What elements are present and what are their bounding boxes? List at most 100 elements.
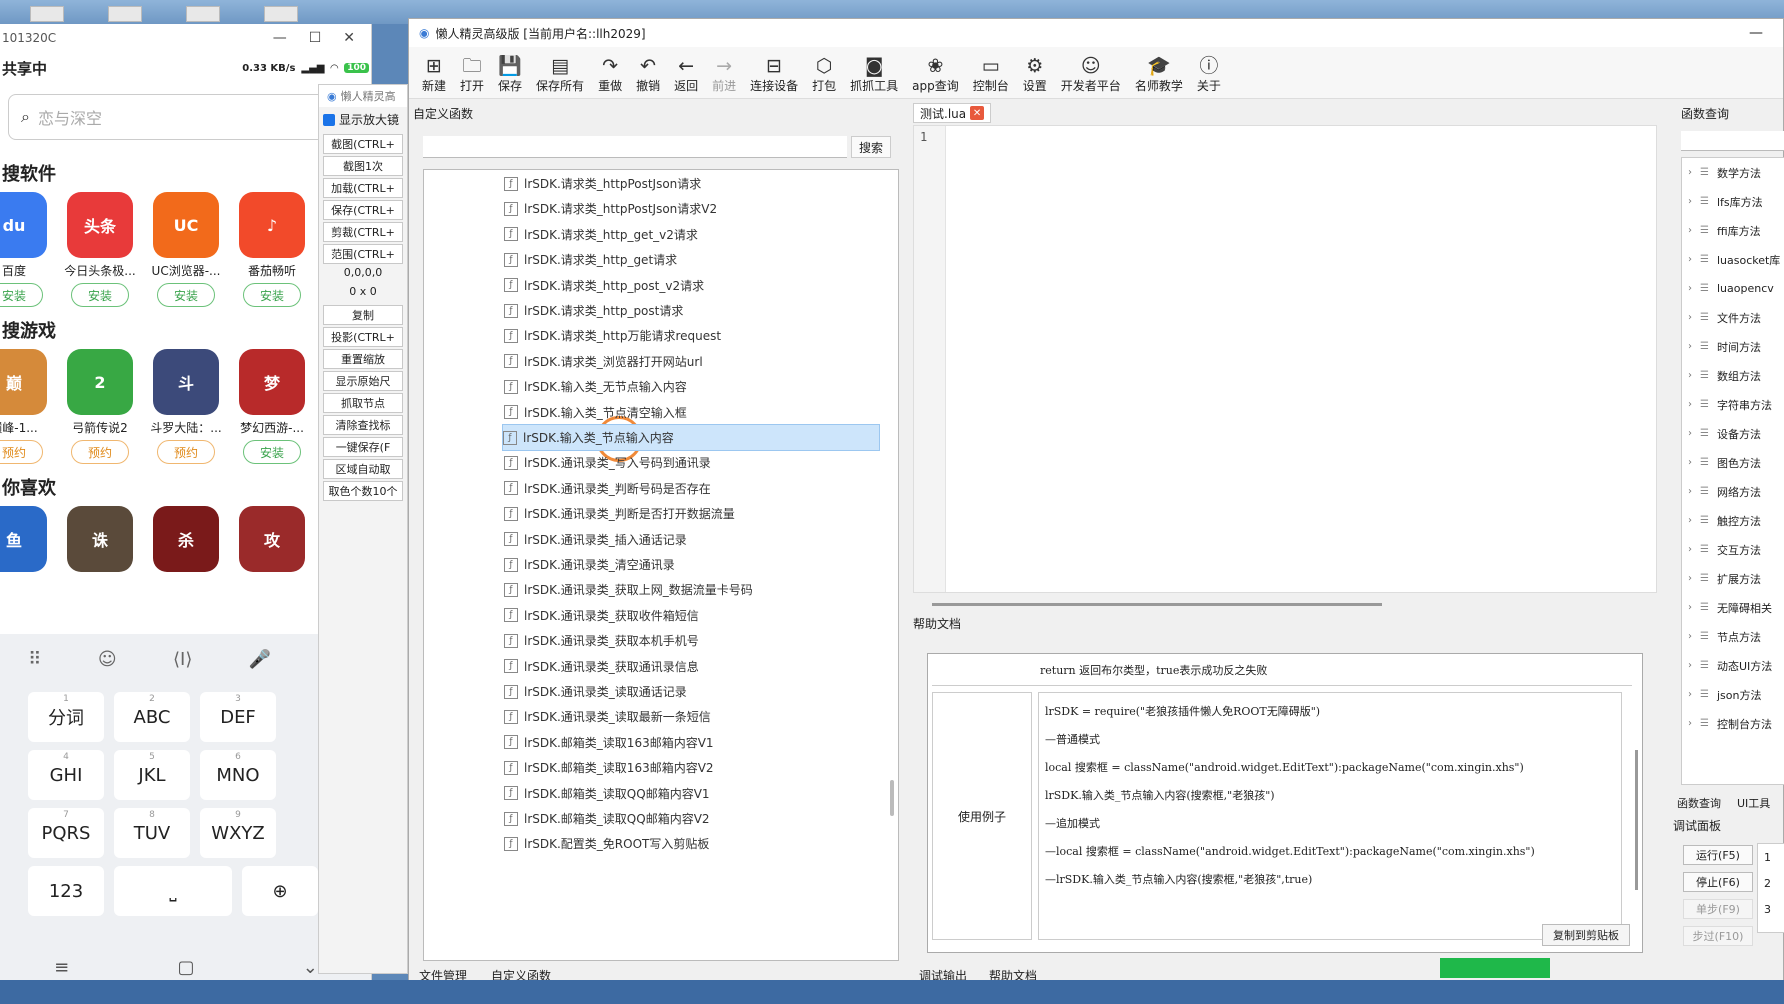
category-item[interactable]: › ☰ 交互方法 — [1682, 535, 1784, 564]
function-list-item[interactable]: ƒ lrSDK.请求类_http_get_v2请求 — [504, 221, 882, 248]
function-list-item[interactable]: ƒ lrSDK.通讯录类_读取最新一条短信 — [504, 703, 882, 730]
magnifier-button[interactable]: 剪裁(CTRL+ — [323, 222, 403, 242]
app-icon[interactable]: 2 — [67, 349, 133, 415]
category-item[interactable]: › ☰ luasocket库 — [1682, 245, 1784, 274]
category-item[interactable]: › ☰ json方法 — [1682, 680, 1784, 709]
microphone-icon[interactable]: 🎤 — [249, 649, 271, 670]
app-icon[interactable]: 诛 — [67, 506, 133, 572]
toolbar-app-query-button[interactable]: ❀ app查询 — [905, 55, 966, 98]
category-item[interactable]: › ☰ 设备方法 — [1682, 419, 1784, 448]
minimize-icon[interactable]: — — [273, 30, 287, 46]
key-pqrs[interactable]: 7 PQRS — [28, 808, 104, 858]
menu-icon[interactable]: ≡ — [54, 957, 69, 978]
function-list-item[interactable]: ƒ lrSDK.配置类_免ROOT写入剪贴板 — [504, 830, 882, 857]
toolbar-forward-arrow-button[interactable]: → 前进 — [705, 55, 743, 98]
toolbar-settings-gear-button[interactable]: ⚙ 设置 — [1016, 55, 1054, 98]
toolbar-folder-open-button[interactable]: 🗀 打开 — [453, 55, 491, 98]
magnifier-button[interactable]: 截图1次 — [323, 156, 403, 176]
category-item[interactable]: › ☰ 时间方法 — [1682, 332, 1784, 361]
toolbar-connect-device-button[interactable]: ⊟ 连接设备 — [743, 55, 805, 98]
toolbar-back-arrow-button[interactable]: ← 返回 — [667, 55, 705, 98]
app-tile[interactable]: UC UC浏览器-... 安装 — [150, 192, 222, 307]
chevron-right-icon[interactable]: › — [1688, 167, 1692, 178]
chevron-right-icon[interactable]: › — [1688, 457, 1692, 468]
function-list-item[interactable]: ƒ lrSDK.通讯录类_获取收件箱短信 — [504, 602, 882, 629]
category-item[interactable]: › ☰ luaopencv — [1682, 274, 1784, 303]
desktop-icon[interactable] — [30, 6, 64, 22]
key-space[interactable]: ⎵ — [114, 866, 232, 916]
editor-hscrollbar[interactable] — [932, 603, 1382, 606]
app-tile[interactable]: ♪ 番茄畅听 安装 — [236, 192, 308, 307]
reserve-button[interactable]: 预约 — [0, 440, 43, 464]
magnifier-button[interactable]: 清除查找标 — [323, 415, 403, 435]
chevron-right-icon[interactable]: › — [1688, 428, 1692, 439]
install-button[interactable]: 安装 — [243, 440, 301, 464]
toolbar-save-button[interactable]: 💾 保存 — [491, 55, 529, 98]
debug-button[interactable]: 单步(F9) — [1683, 899, 1753, 919]
category-item[interactable]: › ☰ 动态UI方法 — [1682, 651, 1784, 680]
magnifier-button[interactable]: 显示原始尺 — [323, 371, 403, 391]
toolbar-teacher-button[interactable]: 🎓 名师教学 — [1128, 55, 1190, 98]
debug-button[interactable]: 步过(F10) — [1683, 926, 1753, 946]
category-item[interactable]: › ☰ 触控方法 — [1682, 506, 1784, 535]
chevron-right-icon[interactable]: › — [1688, 283, 1692, 294]
function-list-item[interactable]: ƒ lrSDK.通讯录类_写入号码到通讯录 — [504, 449, 882, 476]
category-item[interactable]: › ☰ 文件方法 — [1682, 303, 1784, 332]
toolbar-redo-button[interactable]: ↷ 重做 — [591, 55, 629, 98]
function-list-item[interactable]: ƒ lrSDK.请求类_http_get请求 — [504, 246, 882, 273]
install-button[interactable]: 安装 — [0, 283, 43, 307]
magnifier-button[interactable]: 投影(CTRL+ — [323, 327, 403, 347]
key-wxyz[interactable]: 9 WXYZ — [200, 808, 276, 858]
app-tile[interactable]: 鱼 — [0, 506, 50, 572]
function-list-item[interactable]: ƒ lrSDK.通讯录类_读取通话记录 — [504, 678, 882, 705]
key-123[interactable]: 123 — [28, 866, 104, 916]
chevron-right-icon[interactable]: › — [1688, 312, 1692, 323]
magnifier-button[interactable]: 保存(CTRL+ — [323, 200, 403, 220]
magnifier-button[interactable]: 加载(CTRL+ — [323, 178, 403, 198]
toolbar-console-button[interactable]: ▭ 控制台 — [966, 55, 1016, 98]
function-list-item[interactable]: ƒ lrSDK.通讯录类_插入通话记录 — [504, 526, 882, 553]
category-item[interactable]: › ☰ 扩展方法 — [1682, 564, 1784, 593]
function-list-item[interactable]: ƒ lrSDK.通讯录类_判断号码是否存在 — [504, 475, 882, 502]
app-tile[interactable]: 2 弓箭传说2 预约 — [64, 349, 136, 464]
category-item[interactable]: › ☰ lfs库方法 — [1682, 187, 1784, 216]
copy-button[interactable]: 复制 — [323, 305, 403, 325]
desktop-icon[interactable] — [186, 6, 220, 22]
magnifier-button[interactable]: 一键保存(F — [323, 437, 403, 457]
toolbar-info-button[interactable]: ⓘ 关于 — [1190, 55, 1228, 98]
reserve-button[interactable]: 预约 — [157, 440, 215, 464]
magnifier-button[interactable]: 重置缩放 — [323, 349, 403, 369]
debug-button[interactable]: 运行(F5) — [1683, 845, 1753, 865]
code-editor[interactable]: 1 — [913, 125, 1657, 606]
chevron-right-icon[interactable]: › — [1688, 631, 1692, 642]
chevron-right-icon[interactable]: › — [1688, 370, 1692, 381]
app-tile[interactable]: 梦梦幻西游-... 安装 — [236, 349, 308, 464]
app-icon[interactable]: UC — [153, 192, 219, 258]
category-item[interactable]: › ☰ 控制台方法 — [1682, 709, 1784, 738]
key-abc[interactable]: 2 ABC — [114, 692, 190, 742]
desktop-icon[interactable] — [108, 6, 142, 22]
minimize-icon[interactable]: — — [1749, 25, 1783, 41]
chevron-right-icon[interactable]: › — [1688, 225, 1692, 236]
back-icon[interactable]: ⌄ — [303, 957, 318, 978]
key-mno[interactable]: 6 MNO — [200, 750, 276, 800]
chevron-right-icon[interactable]: › — [1688, 718, 1692, 729]
search-button[interactable]: 搜索 — [851, 136, 891, 158]
chevron-right-icon[interactable]: › — [1688, 196, 1692, 207]
function-list-item[interactable]: ƒ lrSDK.邮箱类_读取163邮箱内容V1 — [504, 729, 882, 756]
app-tile[interactable]: 巅巅峰-1... 预约 — [0, 349, 50, 464]
install-button[interactable]: 安装 — [243, 283, 301, 307]
function-list-item[interactable]: ƒ lrSDK.输入类_无节点输入内容 — [504, 373, 882, 400]
key-jkl[interactable]: 5 JKL — [114, 750, 190, 800]
function-list-item[interactable]: ƒ lrSDK.通讯录类_获取通讯录信息 — [504, 653, 882, 680]
chevron-right-icon[interactable]: › — [1688, 602, 1692, 613]
magnifier-button[interactable]: 抓取节点 — [323, 393, 403, 413]
func-query-input[interactable] — [1681, 131, 1784, 151]
category-item[interactable]: › ☰ 字符串方法 — [1682, 390, 1784, 419]
install-button[interactable]: 安装 — [71, 283, 129, 307]
category-item[interactable]: › ☰ 图色方法 — [1682, 448, 1784, 477]
key-globe[interactable]: ⊕ — [242, 866, 318, 916]
function-list-item[interactable]: ƒ lrSDK.邮箱类_读取163邮箱内容V2 — [504, 754, 882, 781]
chevron-right-icon[interactable]: › — [1688, 486, 1692, 497]
category-item[interactable]: › ☰ 数学方法 — [1682, 158, 1784, 187]
